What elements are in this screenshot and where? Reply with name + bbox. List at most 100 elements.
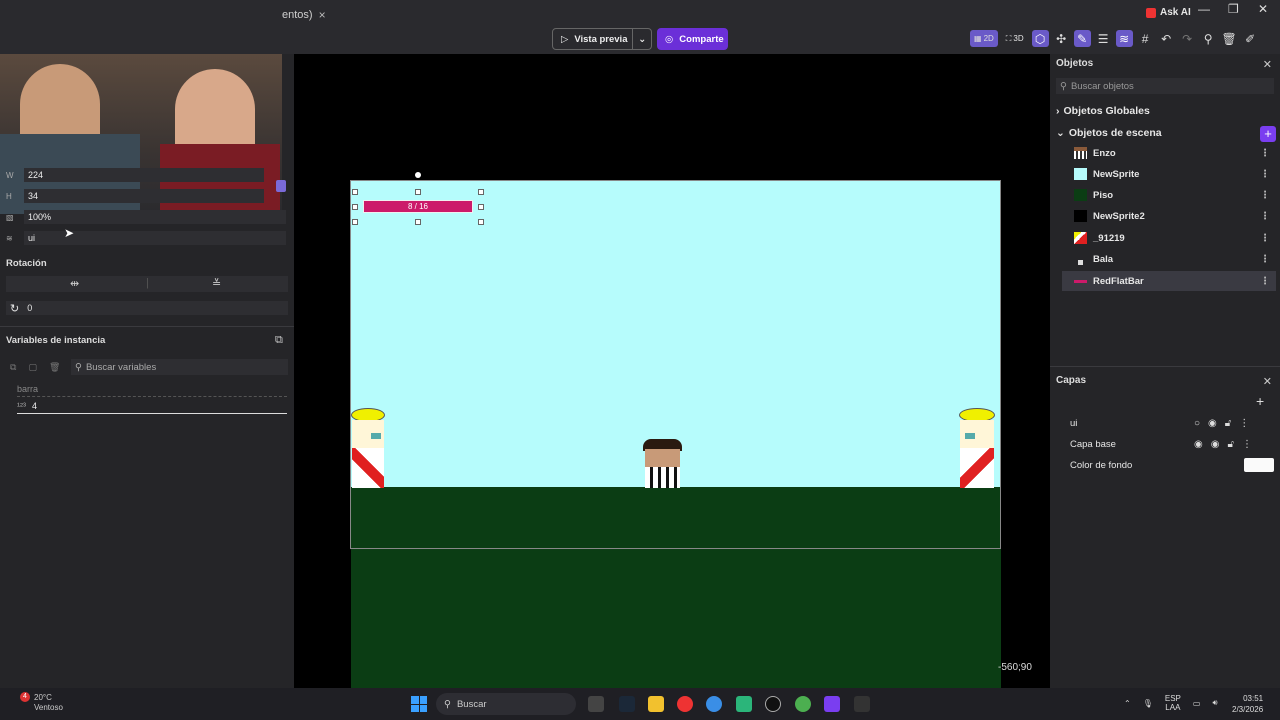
variable-value-field[interactable]: ¹²³ 4	[17, 401, 287, 414]
group-icon[interactable]: ✣	[1053, 30, 1070, 47]
height-value[interactable]: 34	[24, 189, 264, 203]
app-icon[interactable]	[706, 696, 722, 712]
object-item-piso[interactable]: Piso ⋮	[1062, 185, 1276, 205]
layer-select-radio[interactable]: ◉	[1194, 439, 1203, 450]
preview-button[interactable]: ▷ Vista previa ⌄	[552, 28, 652, 50]
more-icon[interactable]: ⋮	[1242, 439, 1252, 450]
tab-close-icon[interactable]: ×	[319, 8, 326, 22]
enemy-sprite-left[interactable]	[351, 408, 385, 488]
paste-icon[interactable]: ▢	[28, 362, 37, 373]
opacity-value[interactable]: 100%	[24, 210, 286, 224]
object-item-91219[interactable]: _91219 ⋮	[1062, 228, 1276, 248]
rotation-handle[interactable]	[415, 172, 421, 178]
chrome-icon[interactable]	[677, 696, 693, 712]
file-explorer-icon[interactable]	[648, 696, 664, 712]
flip-horizontal-icon[interactable]: ⇹	[70, 277, 79, 290]
global-objects-folder[interactable]: › Objetos Globales	[1056, 105, 1150, 117]
lock-icon[interactable]: 🔓︎	[1227, 439, 1233, 450]
volume-icon[interactable]: 🔊︎	[1212, 698, 1217, 708]
chevron-up-icon[interactable]: ⌃	[1124, 699, 1131, 708]
scene-objects-folder[interactable]: ⌄ Objetos de escena	[1056, 127, 1162, 139]
chevron-down-icon[interactable]: ⌄	[633, 34, 651, 45]
more-icon[interactable]: ⋮	[1260, 254, 1270, 265]
share-button[interactable]: ◎ Comparte	[657, 28, 728, 50]
zoom-icon[interactable]: ⚲	[1200, 30, 1217, 47]
enemy-sprite-right[interactable]	[959, 408, 995, 488]
player-sprite-enzo[interactable]	[643, 439, 682, 488]
search-variables-input[interactable]: ⚲ Buscar variables	[71, 359, 288, 375]
eye-icon[interactable]: ◉	[1211, 439, 1220, 450]
view-3d-toggle[interactable]: ⛶ 3D	[1002, 30, 1028, 47]
more-icon[interactable]: ⋮	[1260, 148, 1270, 159]
weather-widget[interactable]: 20°C Ventoso	[20, 693, 63, 713]
object-item-redflatbar[interactable]: RedFlatBar ⋮	[1062, 271, 1276, 291]
more-icon[interactable]: ⋮	[1260, 211, 1270, 222]
language-indicator[interactable]: ESP LAA	[1165, 694, 1181, 712]
object-icon[interactable]: ⬡	[1031, 30, 1049, 47]
rotation-value[interactable]: 0	[27, 303, 32, 313]
task-view-icon[interactable]	[588, 696, 604, 712]
more-icon[interactable]: ⋮	[1260, 190, 1270, 201]
resize-handle-br[interactable]	[478, 219, 484, 225]
resize-handle-b[interactable]	[415, 219, 421, 225]
list-icon[interactable]: ☰	[1095, 30, 1112, 47]
clock[interactable]: 03:51 2/3/2026	[1232, 693, 1263, 715]
chrome-profile-icon[interactable]	[795, 696, 811, 712]
more-icon[interactable]: ⋮	[1260, 276, 1270, 287]
view-2d-toggle[interactable]: ▦ 2D	[970, 30, 998, 47]
rotation-field[interactable]: ↻ 0	[6, 301, 288, 315]
minimize-button[interactable]: —	[1198, 2, 1210, 16]
layer-row-ui[interactable]: ui ○ ◉ 🔓︎ ⋮	[1070, 415, 1270, 431]
object-item-newsprite2[interactable]: NewSprite2 ⋮	[1062, 206, 1276, 226]
edit-icon[interactable]: ✐	[1242, 30, 1259, 47]
ask-ai-button[interactable]: Ask AI	[1146, 7, 1191, 18]
tab-scene[interactable]: entos) ×	[282, 5, 326, 25]
steam-icon[interactable]	[619, 696, 635, 712]
redo-icon[interactable]: ↷	[1179, 30, 1196, 47]
more-icon[interactable]: ⋮	[1260, 169, 1270, 180]
hash-grid-icon[interactable]: #	[1137, 30, 1154, 47]
add-layer-button[interactable]: +	[1256, 393, 1264, 409]
object-item-enzo[interactable]: Enzo ⋮	[1062, 143, 1276, 163]
background-color-swatch[interactable]	[1244, 458, 1274, 472]
opacity-field[interactable]: ▧ 100%	[6, 210, 286, 224]
width-field[interactable]: W 224	[6, 168, 264, 182]
layer-row-base[interactable]: Capa base ◉ ◉ 🔓︎ ⋮	[1070, 436, 1270, 452]
width-value[interactable]: 224	[24, 168, 264, 182]
game-app-icon[interactable]	[736, 696, 752, 712]
lock-icon[interactable]: 🔓︎	[1225, 418, 1231, 429]
height-field[interactable]: H 34	[6, 189, 264, 203]
close-objects-icon[interactable]: ✕	[1263, 58, 1272, 71]
layers-icon[interactable]: ≋	[1115, 30, 1133, 47]
variable-value[interactable]: 4	[32, 401, 37, 411]
microphone-icon[interactable]: 🎙︎	[1143, 699, 1153, 708]
gdevelop-icon[interactable]	[824, 696, 840, 712]
windows-start-icon[interactable]	[411, 696, 427, 712]
resize-handle-r[interactable]	[478, 204, 484, 210]
resize-handle-l[interactable]	[352, 204, 358, 210]
lock-ratio-icon[interactable]	[276, 180, 286, 192]
resize-handle-t[interactable]	[415, 189, 421, 195]
delete-icon[interactable]: 🗑	[49, 362, 60, 373]
close-window-button[interactable]: ✕	[1258, 2, 1268, 16]
layer-select[interactable]: ≋ ui	[6, 231, 286, 245]
layer-select-radio[interactable]: ○	[1194, 418, 1200, 429]
copy-icon[interactable]: ⧉	[10, 362, 16, 373]
undo-icon[interactable]: ↶	[1158, 30, 1175, 47]
resize-handle-bl[interactable]	[352, 219, 358, 225]
close-layers-icon[interactable]: ✕	[1263, 375, 1272, 388]
display-icon[interactable]: ▭	[1193, 699, 1201, 708]
eye-icon[interactable]: ◉	[1208, 418, 1217, 429]
snipping-tool-icon[interactable]	[854, 696, 870, 712]
redflatbar-instance[interactable]: 8 / 16	[363, 200, 473, 213]
more-icon[interactable]: ⋮	[1260, 233, 1270, 244]
pencil-icon[interactable]: ✎	[1073, 30, 1091, 47]
open-external-icon[interactable]: ⧉	[275, 334, 283, 347]
object-item-newsprite[interactable]: NewSprite ⋮	[1062, 164, 1276, 184]
media-app-icon[interactable]	[765, 696, 781, 712]
maximize-button[interactable]: ❐	[1228, 2, 1239, 16]
trash-icon[interactable]: 🗑	[1221, 30, 1238, 47]
flip-vertical-icon[interactable]: ≚	[212, 277, 221, 290]
object-item-bala[interactable]: Bala ⋮	[1062, 249, 1276, 269]
more-icon[interactable]: ⋮	[1239, 418, 1249, 429]
